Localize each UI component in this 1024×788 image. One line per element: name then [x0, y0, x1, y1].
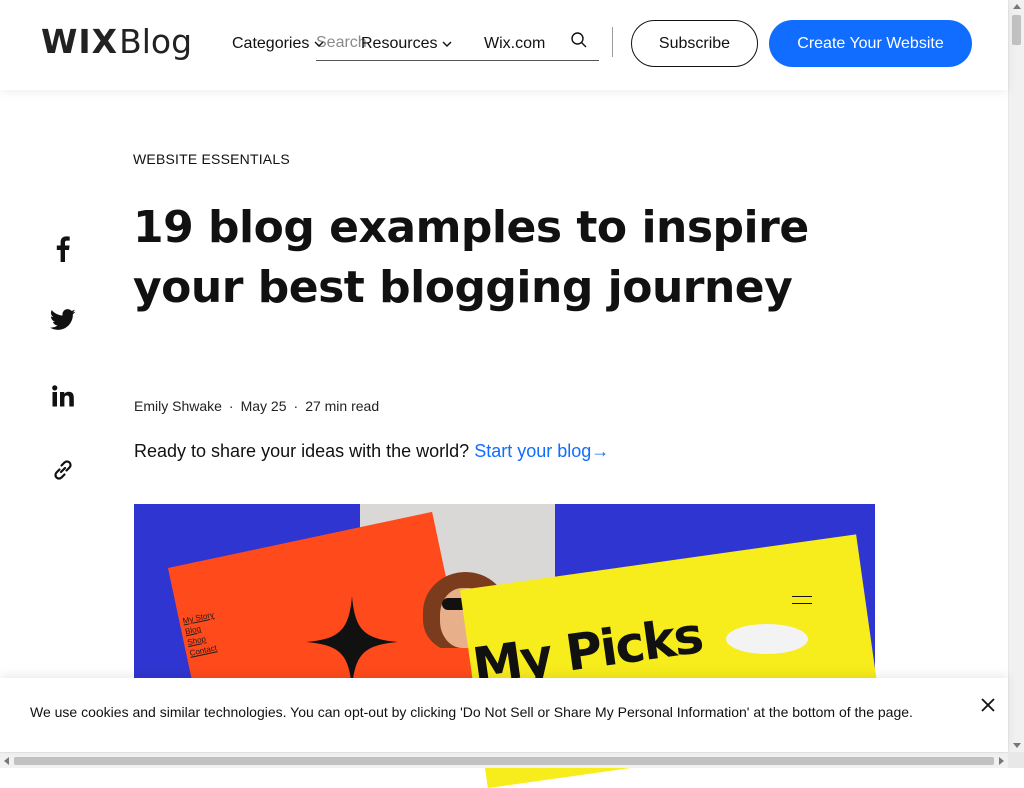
scroll-up-arrow-icon[interactable] [1013, 4, 1021, 9]
nav-categories[interactable]: Categories [232, 35, 324, 53]
facebook-icon [56, 236, 70, 262]
horizontal-scrollbar[interactable] [0, 752, 1008, 768]
sparkle-star-icon [306, 596, 398, 688]
cookie-banner: We use cookies and similar technologies.… [0, 678, 1008, 752]
nav-wix-com[interactable]: Wix.com [484, 35, 545, 53]
nav-categories-label: Categories [232, 35, 310, 52]
cta-text: Ready to share your ideas with the world… [134, 441, 470, 461]
meta-separator: · [228, 398, 234, 414]
logo-blog: Blog [119, 22, 193, 61]
hscroll-thumb[interactable] [14, 757, 994, 765]
search-icon[interactable] [570, 31, 588, 49]
meta-separator: · [293, 398, 299, 414]
copy-link[interactable] [48, 455, 78, 485]
nav-resources[interactable]: Resources [361, 35, 452, 53]
share-linkedin[interactable] [48, 381, 78, 411]
search-input[interactable] [316, 26, 599, 61]
nav-resources-label: Resources [361, 35, 438, 52]
scroll-left-arrow-icon[interactable] [4, 757, 9, 765]
read-time: 27 min read [305, 398, 380, 414]
article-category[interactable]: WEBSITE ESSENTIALS [133, 151, 290, 167]
scroll-right-arrow-icon[interactable] [999, 757, 1004, 765]
scroll-down-arrow-icon[interactable] [1013, 743, 1021, 748]
blog-cta: Ready to share your ideas with the world… [134, 441, 609, 462]
start-blog-link[interactable]: Start your blog→ [474, 441, 609, 461]
share-facebook[interactable] [48, 234, 78, 264]
scrollbar-corner [1008, 752, 1024, 768]
logo-wix: WIX [41, 22, 119, 61]
close-icon[interactable] [978, 695, 998, 715]
publish-date: May 25 [240, 398, 287, 414]
subscribe-button[interactable]: Subscribe [631, 20, 758, 67]
share-twitter[interactable] [48, 305, 78, 335]
arrow-right-icon: → [591, 441, 610, 461]
author-name[interactable]: Emily Shwake [134, 398, 222, 414]
article-title: 19 blog examples to inspire your best bl… [133, 202, 809, 313]
cookie-text: We use cookies and similar technologies.… [30, 704, 913, 720]
hamburger-icon [792, 596, 812, 604]
site-header: WIX Blog Categories Resources Wix.com Su… [0, 0, 1008, 90]
chevron-down-icon [314, 41, 324, 47]
linkedin-icon [52, 385, 74, 407]
scroll-thumb[interactable] [1012, 15, 1021, 45]
start-blog-label: Start your blog [474, 441, 592, 461]
wix-blog-logo[interactable]: WIX Blog [41, 22, 192, 61]
twitter-icon [50, 309, 76, 330]
article-meta: Emily Shwake · May 25 · 27 min read [134, 398, 379, 414]
link-icon [54, 460, 72, 480]
header-divider [612, 27, 613, 57]
lamp-icon [726, 624, 808, 654]
chevron-down-icon [442, 41, 452, 47]
create-website-button[interactable]: Create Your Website [769, 20, 972, 67]
vertical-scrollbar[interactable] [1008, 0, 1024, 752]
